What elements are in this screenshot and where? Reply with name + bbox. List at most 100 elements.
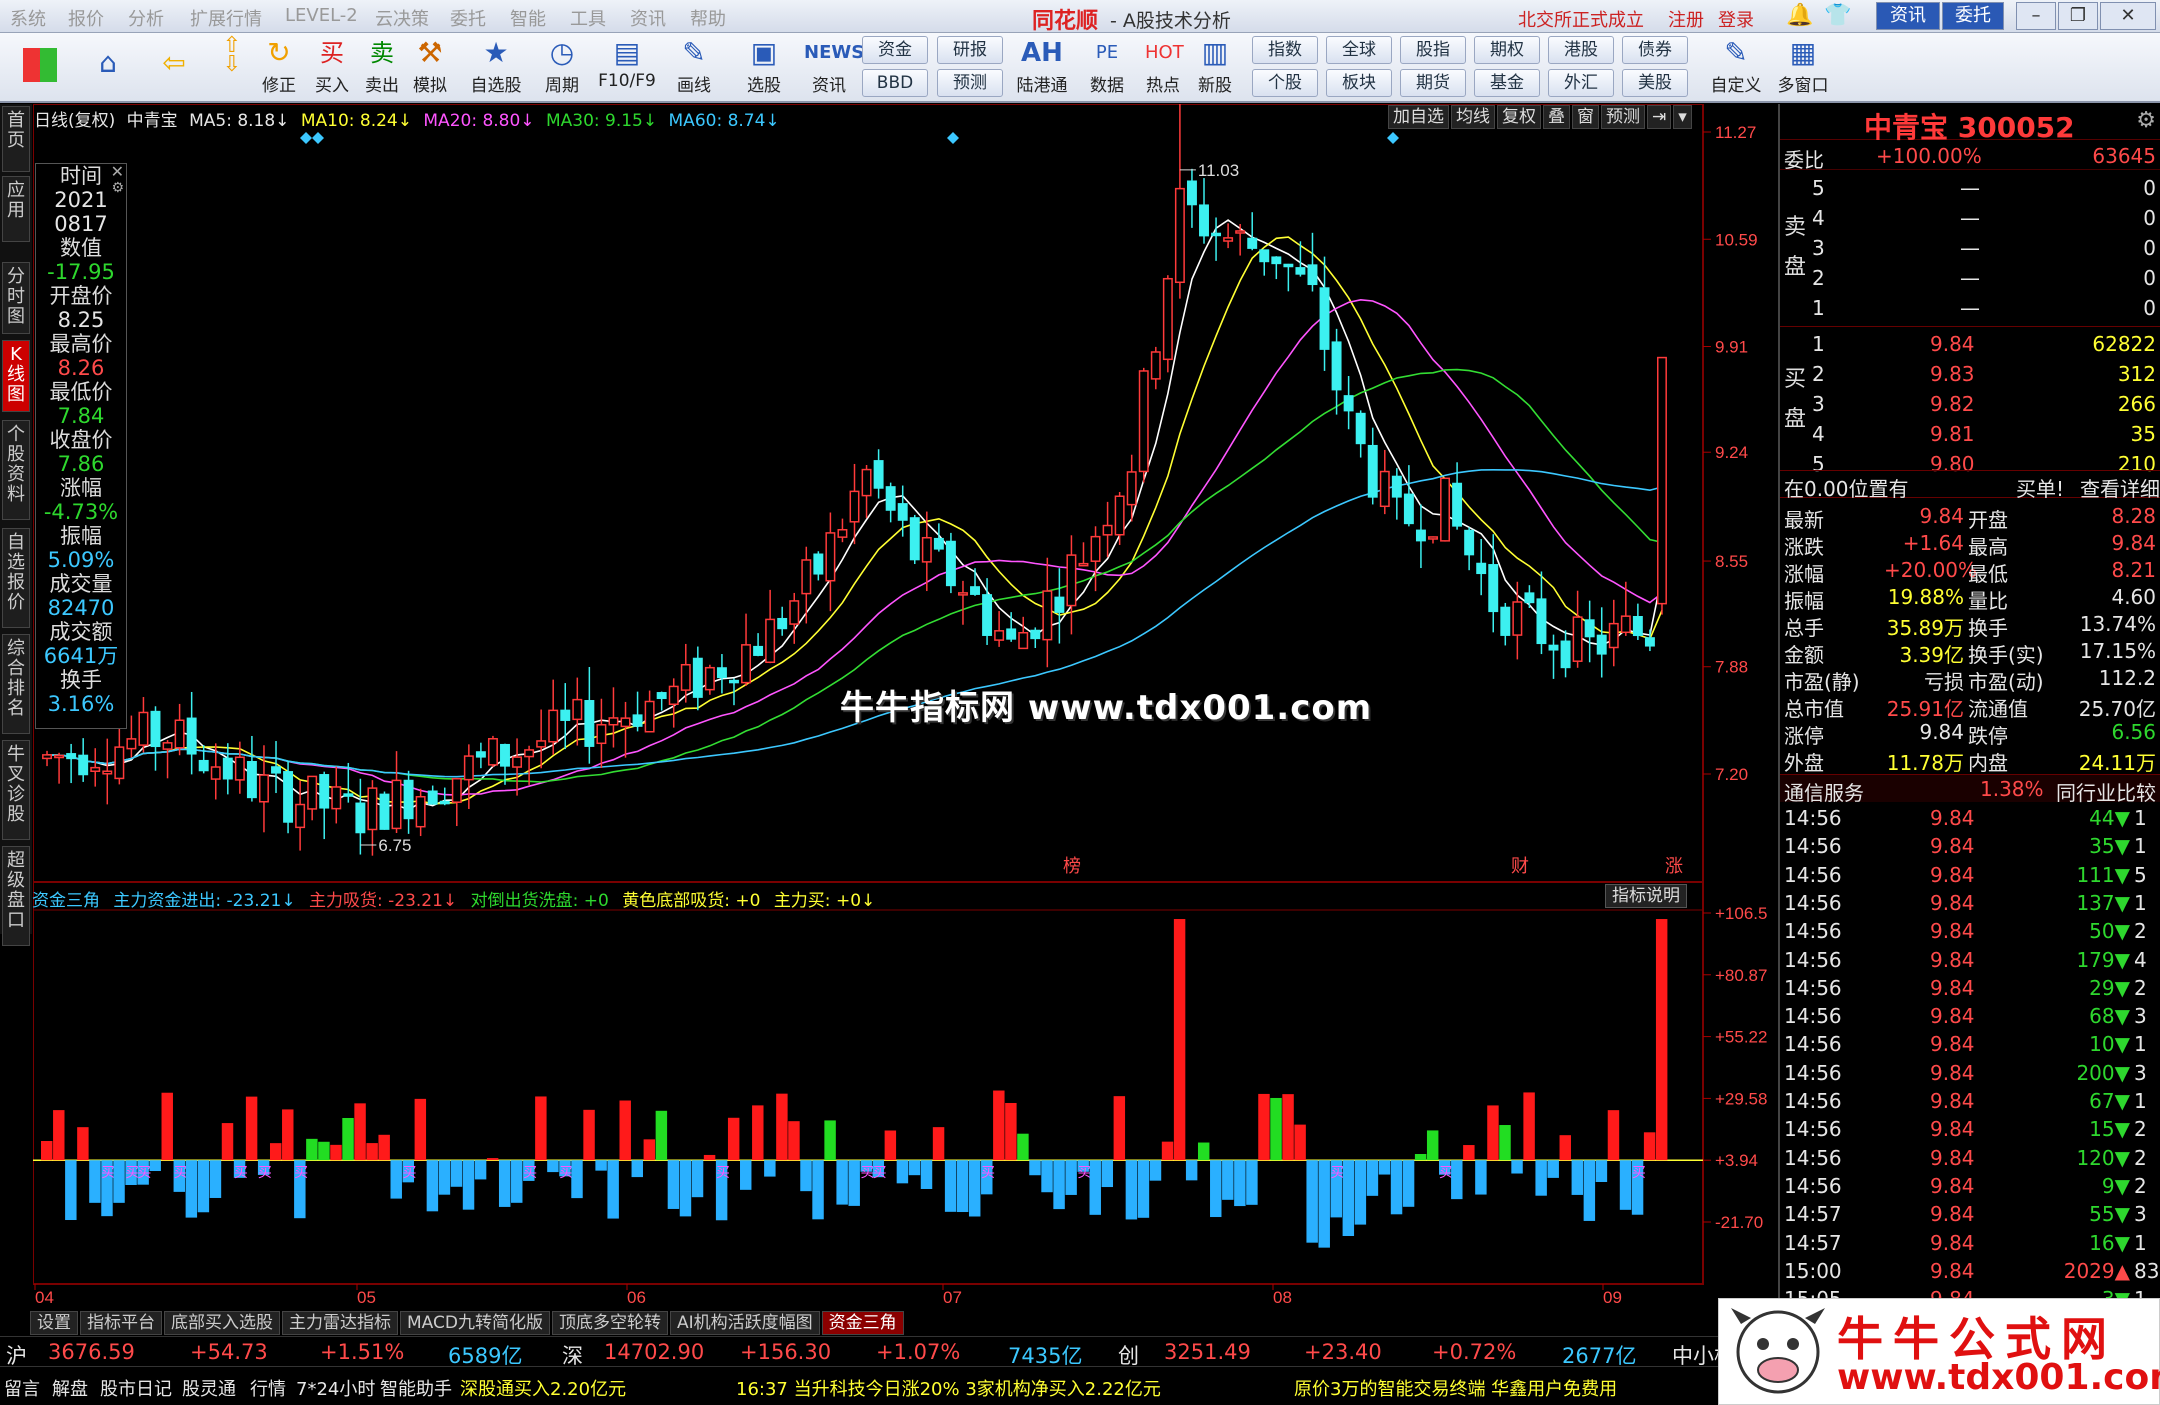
ask-row[interactable]: 4—0	[1780, 204, 2160, 232]
menu-item[interactable]: 帮助	[690, 5, 726, 31]
menu-item[interactable]: 报价	[68, 5, 104, 31]
sz-index[interactable]: 14702.90	[604, 1340, 704, 1364]
ask-row[interactable]: 2—0	[1780, 264, 2160, 292]
sh-index[interactable]: 3676.59	[48, 1340, 135, 1364]
gear-icon[interactable]: ⚙	[111, 180, 124, 196]
close-icon[interactable]: ✕	[2100, 2, 2156, 30]
bid-row[interactable]: 2 9.83 312	[1780, 360, 2160, 388]
options-button[interactable]: 期权	[1474, 36, 1540, 64]
stock-index-futures-button[interactable]: 股指	[1400, 36, 1466, 64]
tab-settings[interactable]: 设置	[30, 1311, 78, 1335]
menu-item[interactable]: 云决策	[375, 5, 429, 31]
trade-button[interactable]: 委托	[1942, 2, 2004, 30]
draw-button[interactable]: ✎ 画线	[664, 36, 724, 100]
news-button[interactable]: 资讯	[1876, 2, 1940, 30]
up-down-button[interactable]: ⇧ ⇩	[210, 35, 254, 100]
f10-button[interactable]: ▤ F10/F9	[594, 36, 660, 100]
menu-item[interactable]: 资讯	[630, 5, 666, 31]
index-button[interactable]: 指数	[1252, 36, 1318, 64]
notice-link[interactable]: 北交所正式成立	[1518, 6, 1644, 32]
bbd-button[interactable]: BBD	[862, 69, 928, 97]
hot-button[interactable]: HOT 热点	[1140, 36, 1186, 100]
custom-button[interactable]: ✎ 自定义	[1706, 36, 1766, 100]
tab-diagnosis[interactable]: 牛叉诊股	[2, 740, 30, 840]
expand-icon[interactable]: ⇥	[1647, 105, 1672, 129]
cy-index[interactable]: 3251.49	[1164, 1340, 1251, 1364]
global-button[interactable]: 全球	[1326, 36, 1392, 64]
tab-apps[interactable]: 应用	[2, 176, 30, 242]
tab-kline[interactable]: K线图	[2, 340, 30, 412]
tab-ai-activity[interactable]: AI机构活跃度幅图	[669, 1311, 820, 1335]
forecast-chart-button[interactable]: 预测	[1601, 105, 1645, 129]
tab-ranking[interactable]: 综合排名	[2, 634, 30, 734]
tab-macd[interactable]: MACD九转简化版	[400, 1311, 550, 1335]
tab-bottom-buy[interactable]: 底部买入选股	[164, 1311, 280, 1335]
sector-button[interactable]: 板块	[1326, 69, 1392, 97]
watchlist-button[interactable]: ★ 自选股	[466, 36, 526, 100]
forex-button[interactable]: 外汇	[1548, 69, 1614, 97]
news-ticker-1[interactable]: 深股通买入2.20亿元	[460, 1375, 626, 1401]
fix-button[interactable]: ↻ 修正	[256, 36, 302, 100]
us-stock-button[interactable]: 美股	[1622, 69, 1688, 97]
login-link[interactable]: 登录	[1718, 6, 1754, 32]
window-button[interactable]: 窗	[1572, 105, 1599, 129]
funds-button[interactable]: 基金	[1474, 69, 1540, 97]
minimize-icon[interactable]: –	[2016, 2, 2056, 30]
news-tool-button[interactable]: NEWS 资讯	[800, 36, 864, 100]
add-watchlist-button[interactable]: 加自选	[1388, 105, 1449, 129]
bid-row[interactable]: 1 9.84 62822	[1780, 330, 2160, 358]
menu-item[interactable]: 智能	[510, 5, 546, 31]
register-link[interactable]: 注册	[1668, 6, 1704, 32]
shirt-icon[interactable]: 👕	[1824, 3, 1851, 28]
ask-row[interactable]: 5—0	[1780, 174, 2160, 202]
data-button[interactable]: PE 数据	[1084, 36, 1130, 100]
forecast-button[interactable]: 预测	[937, 69, 1003, 97]
adjust-button[interactable]: 复权	[1497, 105, 1541, 129]
buy-button[interactable]: 买买入	[310, 36, 354, 100]
indicator-name[interactable]: 资金三角	[32, 891, 100, 911]
tab-home[interactable]: 首页	[2, 106, 30, 172]
home-button[interactable]: ⌂	[80, 36, 136, 100]
simulate-button[interactable]: ⚒ 模拟	[408, 36, 452, 100]
chevron-down-icon[interactable]: ▾	[1673, 105, 1692, 129]
tab-intraday[interactable]: 分时图	[2, 262, 30, 334]
back-button[interactable]: ⇦	[146, 36, 202, 100]
news-ticker-2[interactable]: 16:37 当升科技今日涨20% 3家机构净买入2.22亿元	[736, 1375, 1161, 1401]
ah-button[interactable]: AH 陆港通	[1010, 36, 1074, 100]
bid-row[interactable]: 3 9.82 266	[1780, 390, 2160, 418]
menu-item[interactable]: 分析	[128, 5, 164, 31]
stock-button[interactable]: 个股	[1252, 69, 1318, 97]
sell-button[interactable]: 卖卖出	[360, 36, 404, 100]
tab-indicator-platform[interactable]: 指标平台	[80, 1311, 162, 1335]
fund-button[interactable]: 资金	[862, 36, 928, 64]
tab-super-board[interactable]: 超级盘口	[2, 846, 30, 946]
futures-button[interactable]: 期货	[1400, 69, 1466, 97]
ma-button[interactable]: 均线	[1451, 105, 1495, 129]
menu-item[interactable]: LEVEL-2	[285, 5, 358, 26]
tab-watchlist-quote[interactable]: 自选报价	[2, 528, 30, 628]
tab-stock-profile[interactable]: 个股资料	[2, 420, 30, 520]
gear-icon[interactable]: ⚙	[2136, 108, 2156, 133]
news-ticker-3[interactable]: 原价3万的智能交易终端 华鑫用户免费用	[1294, 1375, 1617, 1401]
multi-window-button[interactable]: ▦ 多窗口	[1770, 36, 1836, 100]
new-stock-button[interactable]: ▥ 新股	[1192, 36, 1238, 100]
tab-main-radar[interactable]: 主力雷达指标	[282, 1311, 398, 1335]
bell-icon[interactable]: 🔔	[1786, 3, 1813, 28]
menu-item[interactable]: 系统	[10, 5, 46, 31]
indicator-explain-button[interactable]: 指标说明	[1605, 884, 1687, 908]
industry-row[interactable]: 通信服务 1.38% 同行业比较	[1780, 774, 2160, 805]
menu-item[interactable]: 工具	[570, 5, 606, 31]
layout-button[interactable]	[12, 36, 68, 100]
ask-row[interactable]: 1—0	[1780, 294, 2160, 322]
ask-row[interactable]: 3—0	[1780, 234, 2160, 262]
screen-button[interactable]: ▣ 选股	[734, 36, 794, 100]
close-icon[interactable]: ✕	[111, 162, 124, 181]
tab-rotation[interactable]: 顶底多空轮转	[551, 1311, 668, 1335]
menu-item[interactable]: 委托	[450, 5, 486, 31]
bid-row[interactable]: 4 9.81 35	[1780, 420, 2160, 448]
menu-item[interactable]: 扩展行情	[190, 5, 262, 31]
research-button[interactable]: 研报	[937, 36, 1003, 64]
period-button[interactable]: ◷ 周期	[532, 36, 592, 100]
hk-button[interactable]: 港股	[1548, 36, 1614, 64]
overlay-button[interactable]: 叠	[1543, 105, 1570, 129]
